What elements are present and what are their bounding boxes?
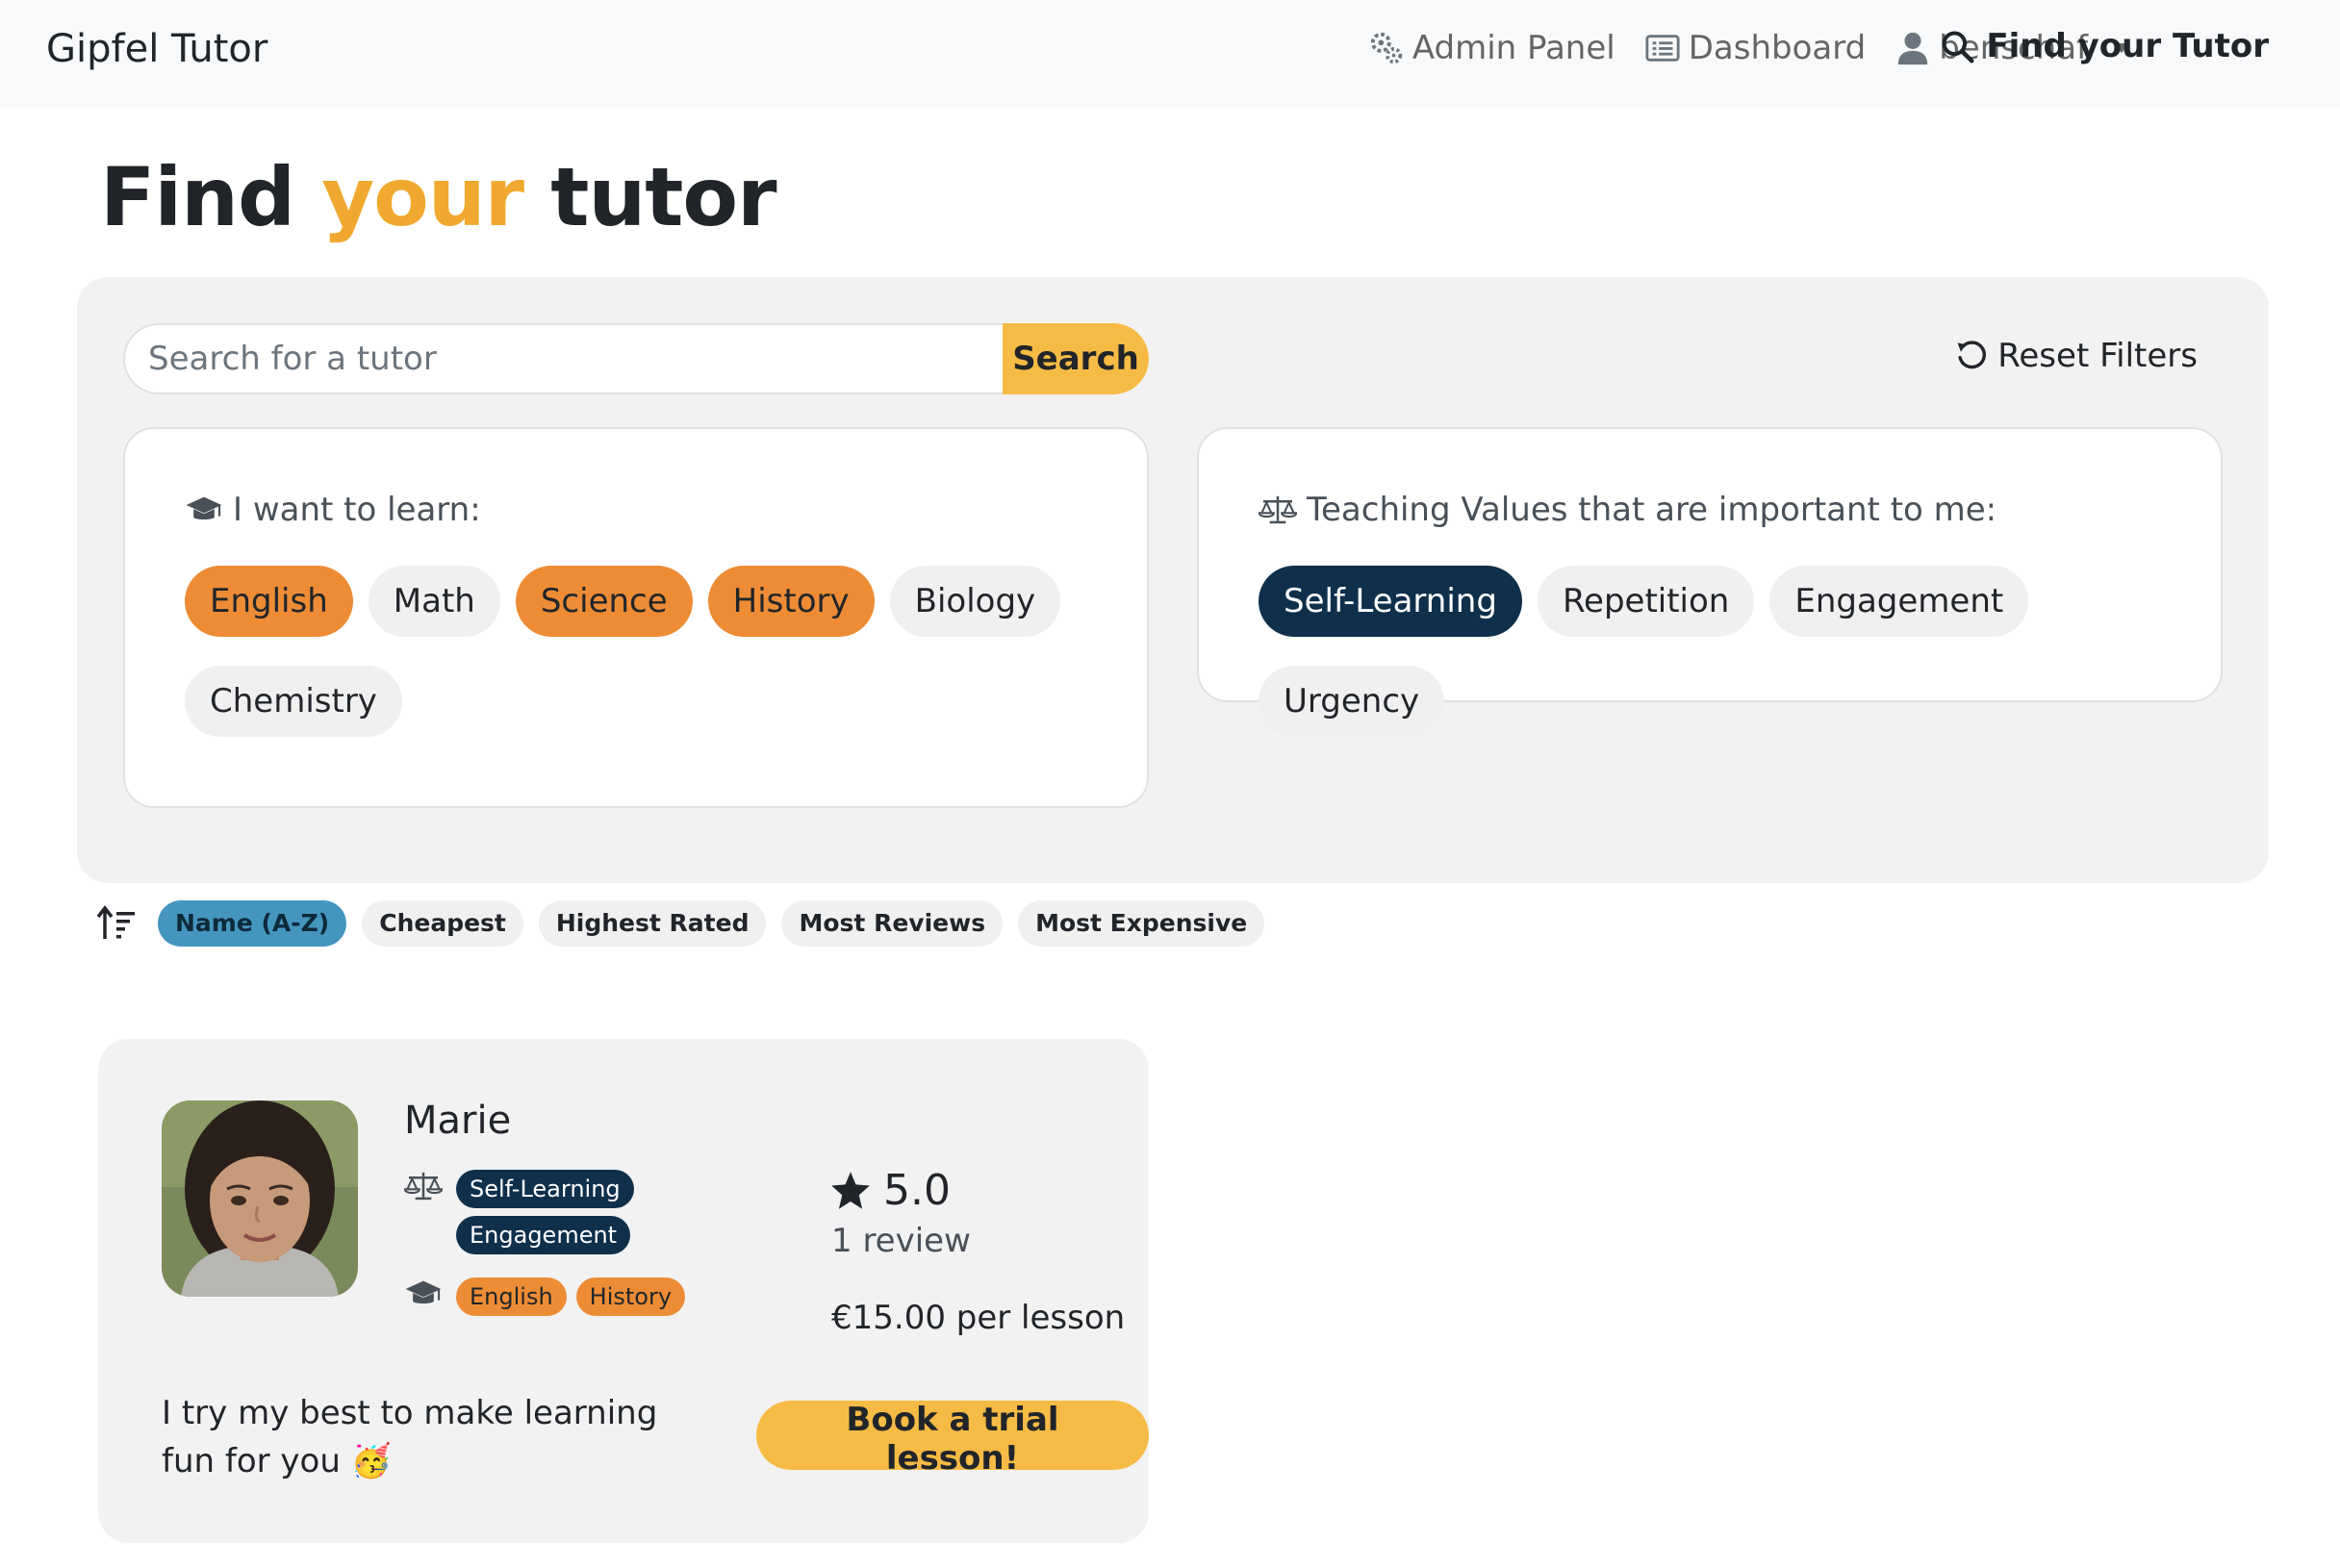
tutor-value-tag: Self-Learning (456, 1170, 634, 1208)
sort-icon (96, 905, 135, 939)
undo-icon (1957, 341, 1987, 369)
subject-chip-english[interactable]: English (185, 566, 353, 637)
sort-bar: Name (A-Z) Cheapest Highest Rated Most Revi… (96, 900, 1265, 947)
user-icon (1897, 32, 1928, 65)
list-alt-icon (1645, 35, 1680, 62)
value-chip-urgency[interactable]: Urgency (1259, 666, 1445, 737)
title-accent: your (321, 150, 524, 244)
nav-admin-label: Admin Panel (1412, 29, 1615, 67)
graduation-cap-icon (405, 1280, 442, 1303)
tutor-values-row: Self-Learning Engagement (404, 1170, 634, 1254)
star-icon (831, 1171, 870, 1209)
values-heading-label: Teaching Values that are important to me… (1307, 491, 1997, 529)
filter-panel: Search Reset Filters I want to learn: En… (77, 277, 2269, 883)
review-count: 1 review (831, 1222, 971, 1260)
sort-option-name-a-z[interactable]: Name (A-Z) (158, 900, 347, 947)
value-chips: Self-Learning Repetition Engagement Urgency (1259, 566, 2182, 737)
subject-chip-history[interactable]: History (707, 566, 875, 637)
lesson-price: €15.00 per lesson (831, 1299, 1126, 1337)
tutor-value-tags: Self-Learning Engagement (456, 1170, 634, 1254)
search-group: Search (123, 323, 1149, 394)
value-chip-engagement[interactable]: Engagement (1769, 566, 2029, 637)
tutor-card[interactable]: Marie Self-Learning Engagement English His… (98, 1039, 1149, 1543)
tutor-name: Marie (404, 1099, 512, 1143)
subject-chip-chemistry[interactable]: Chemistry (185, 666, 402, 737)
reset-filters-label: Reset Filters (1997, 337, 2198, 375)
tutor-subjects-row: English History (404, 1277, 686, 1316)
nav-find-tutor[interactable]: Find your Tutor (1940, 27, 2269, 65)
subjects-heading: I want to learn: (185, 491, 481, 529)
nav-admin-panel[interactable]: Admin Panel (1368, 29, 1615, 67)
tutor-rating: 5.0 (829, 1166, 951, 1215)
sort-option-most-expensive[interactable]: Most Expensive (1018, 900, 1265, 947)
subject-chips: English Math Science History Biology Chemistr… (185, 566, 1108, 737)
subject-chip-science[interactable]: Science (515, 566, 693, 637)
tutor-subject-tags: English History (456, 1277, 686, 1316)
nav-dashboard-label: Dashboard (1688, 29, 1867, 67)
value-chip-repetition[interactable]: Repetition (1537, 566, 1755, 637)
page-title: Find your tutor (100, 150, 777, 244)
balance-scale-icon (1259, 495, 1297, 524)
book-trial-button[interactable]: Book a trial lesson! (756, 1401, 1149, 1478)
balance-scale-icon (404, 1172, 443, 1201)
title-part1: Find (100, 150, 322, 244)
gears-icon (1370, 32, 1402, 64)
title-part2: tutor (523, 150, 776, 244)
brand-logo[interactable]: Gipfel Tutor (46, 27, 267, 71)
navbar: Gipfel Tutor Admin Panel Dashboard bensc… (0, 0, 2340, 108)
reset-filters-button[interactable]: Reset Filters (1955, 337, 2198, 375)
values-heading: Teaching Values that are important to me… (1259, 491, 1997, 529)
rating-value: 5.0 (883, 1166, 951, 1215)
value-chip-self-learning[interactable]: Self-Learning (1259, 566, 1522, 637)
sort-option-highest-rated[interactable]: Highest Rated (538, 900, 767, 947)
graduation-cap-icon (186, 496, 222, 519)
search-input[interactable] (123, 323, 1003, 394)
tutor-bio: I try my best to make learning fun for y… (162, 1394, 658, 1480)
values-filter-card: Teaching Values that are important to me… (1197, 427, 2223, 737)
subject-chip-biology[interactable]: Biology (889, 566, 1061, 637)
sort-option-cheapest[interactable]: Cheapest (362, 900, 523, 947)
search-icon (1942, 31, 1974, 63)
tutor-subject-tag: History (575, 1277, 686, 1316)
search-button[interactable]: Search (1003, 323, 1149, 394)
subjects-heading-label: I want to learn: (233, 491, 481, 529)
tutor-avatar (162, 1100, 358, 1297)
nav-find-label: Find your Tutor (1986, 27, 2269, 65)
tutor-value-tag: Engagement (456, 1216, 631, 1254)
subjects-filter-card: I want to learn: English Math Science Histo… (123, 427, 1149, 808)
tutor-subject-tag: English (456, 1277, 567, 1316)
subject-chip-math[interactable]: Math (368, 566, 500, 637)
nav-dashboard[interactable]: Dashboard (1644, 29, 1866, 67)
sort-option-most-reviews[interactable]: Most Reviews (781, 900, 1004, 947)
